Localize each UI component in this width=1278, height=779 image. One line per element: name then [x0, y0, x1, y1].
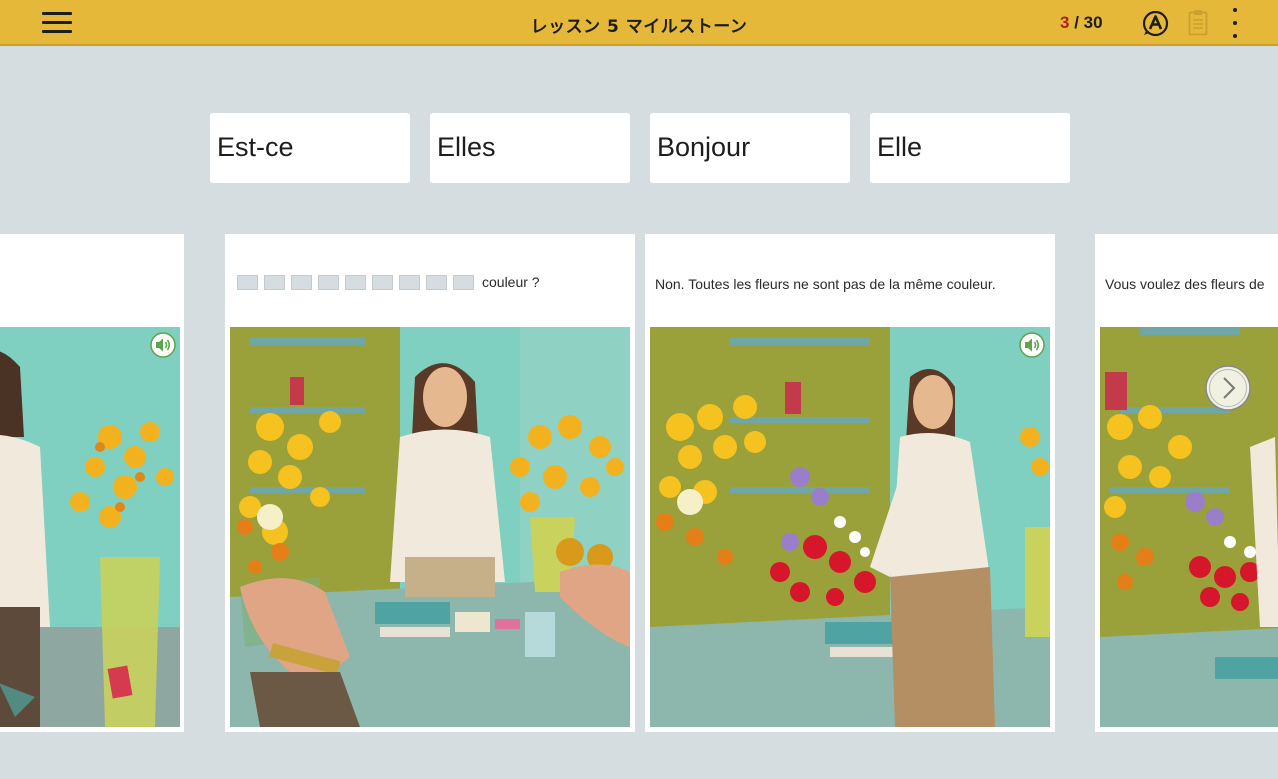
choice-bonjour[interactable]: Bonjour	[650, 113, 850, 183]
blank-slot[interactable]	[453, 274, 474, 290]
card-upcoming: Vous voulez des fleurs de	[1095, 234, 1278, 732]
blank-slot[interactable]	[345, 274, 366, 290]
card-next: Non. Toutes les fleurs ne sont pas de la…	[645, 234, 1055, 732]
card-caption: Non. Toutes les fleurs ne sont pas de la…	[655, 276, 996, 292]
chevron-right-icon[interactable]	[1204, 364, 1252, 412]
choice-elle[interactable]: Elle	[870, 113, 1070, 183]
card-current: couleur ?	[225, 234, 635, 732]
blank-slot[interactable]	[426, 274, 447, 290]
progress-separator: /	[1069, 13, 1084, 32]
speaker-icon[interactable]	[150, 332, 176, 358]
blank-slot[interactable]	[237, 274, 258, 290]
progress-total: 30	[1083, 13, 1103, 32]
blank-slot[interactable]	[372, 274, 393, 290]
card-caption: Vous voulez des fleurs de	[1105, 276, 1265, 292]
progress-counter: 3 / 30	[1060, 13, 1103, 33]
speaker-icon[interactable]	[1019, 332, 1045, 358]
answer-blanks[interactable]: couleur ?	[237, 274, 540, 290]
card-photo	[650, 327, 1050, 727]
card-photo	[230, 327, 630, 727]
caption-tail: couleur ?	[482, 274, 540, 290]
card-previous	[0, 234, 184, 732]
blank-slot[interactable]	[399, 274, 420, 290]
blank-slot[interactable]	[318, 274, 339, 290]
circled-a-icon[interactable]	[1142, 10, 1169, 37]
card-photo	[0, 327, 180, 727]
vertical-dots-icon[interactable]	[1226, 6, 1244, 40]
blank-slot[interactable]	[291, 274, 312, 290]
blank-slot[interactable]	[264, 274, 285, 290]
clipboard-icon[interactable]	[1188, 9, 1208, 36]
top-bar: レッスン 5 マイルストーン 3 / 30	[0, 0, 1278, 46]
choice-elles[interactable]: Elles	[430, 113, 630, 183]
choice-est-ce[interactable]: Est-ce	[210, 113, 410, 183]
